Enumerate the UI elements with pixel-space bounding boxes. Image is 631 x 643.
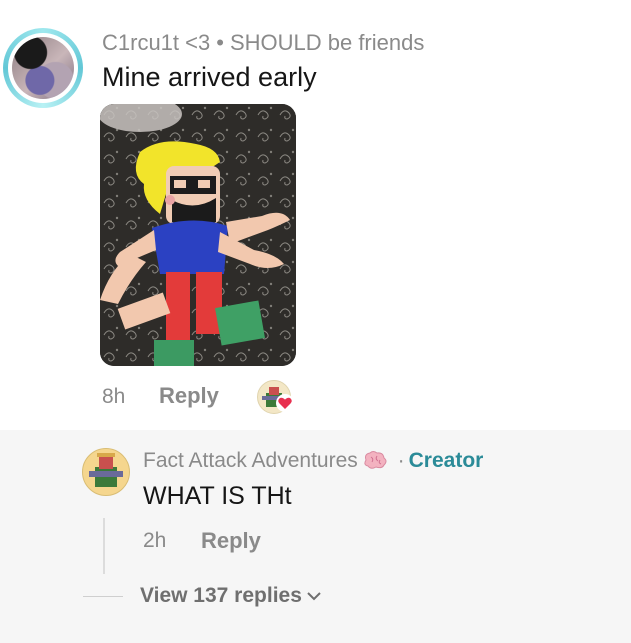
comment-photo[interactable] xyxy=(100,104,296,366)
comment-timestamp: 8h xyxy=(102,385,126,408)
comment-header: C1rcu1t <3 • SHOULD be friends xyxy=(102,30,424,56)
reply-header: Fact Attack Adventures · Creator xyxy=(143,449,483,473)
heart-icon xyxy=(276,394,294,412)
reply-to-reply-button[interactable]: Reply xyxy=(201,528,261,554)
view-replies-label: View 137 replies xyxy=(140,584,302,607)
creator-badge: Creator xyxy=(408,449,484,472)
separator-dot: · xyxy=(397,449,405,472)
avatar-photo xyxy=(12,37,74,99)
view-replies-button[interactable]: View 137 replies xyxy=(140,584,322,608)
photo-illustration xyxy=(100,104,296,366)
chevron-down-icon xyxy=(307,592,321,601)
creator-avatar[interactable] xyxy=(82,448,130,496)
thread-line xyxy=(103,518,105,574)
comment-text: Mine arrived early xyxy=(102,62,317,92)
reply-timestamp: 2h xyxy=(143,529,167,552)
user-avatar[interactable] xyxy=(3,28,83,108)
reply-button[interactable]: Reply xyxy=(159,383,219,409)
creator-avatar-image xyxy=(89,453,123,487)
avatar-border xyxy=(8,33,78,103)
reply-username[interactable]: Fact Attack Adventures xyxy=(143,449,358,472)
comment-item: C1rcu1t <3 • SHOULD be friends Mine arrive… xyxy=(0,0,631,430)
separator-dot: • xyxy=(216,30,224,55)
friend-status-label: SHOULD be friends xyxy=(229,30,425,55)
view-replies-divider xyxy=(83,596,123,597)
brain-icon xyxy=(364,451,387,469)
comment-username[interactable]: C1rcu1t <3 xyxy=(102,30,210,55)
reply-text: WHAT IS THt xyxy=(143,482,292,510)
